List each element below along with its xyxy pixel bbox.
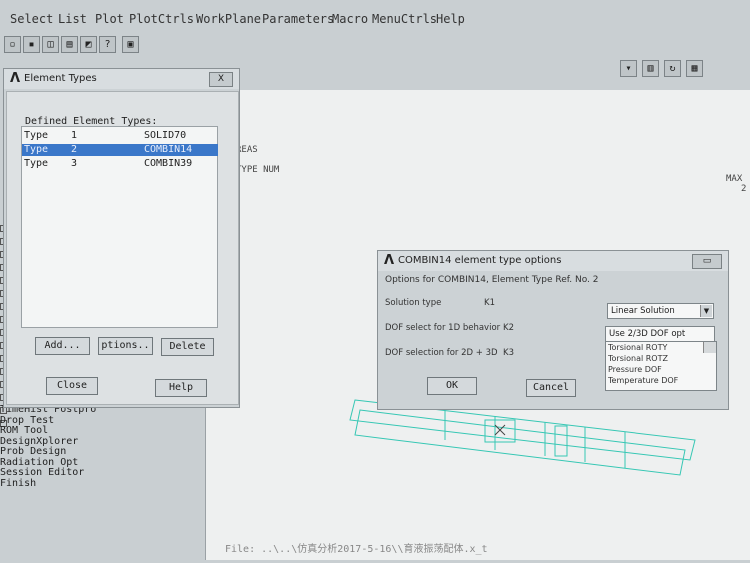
close-icon[interactable]: ▭ — [692, 254, 722, 269]
dropdown-option[interactable]: Pressure DOF — [606, 364, 716, 375]
list-item[interactable]: Type 1 SOLID70 — [22, 130, 218, 142]
toolbar: ▫ ▪ ◫ ▤ ◩ ? ▣ — [0, 36, 160, 56]
dof-2d3d-dropdown[interactable]: Torsional ROTY Torsional ROTZ Pressure D… — [605, 341, 717, 391]
k1-label: K1 — [484, 298, 495, 308]
menu-help[interactable]: Help — [436, 12, 465, 26]
cancel-button[interactable]: Cancel — [526, 379, 576, 397]
tree-item-prob-design[interactable]: Prob Design — [0, 446, 205, 458]
menu-parameters[interactable]: Parameters — [262, 12, 334, 26]
dof-1d-select[interactable]: Use 2/3D DOF opt — [605, 326, 715, 342]
dropdown-option[interactable]: Temperature DOF — [606, 375, 716, 386]
menu-plotctrls[interactable]: PlotCtrls — [129, 12, 194, 26]
menubar: Select List Plot PlotCtrls WorkPlane Par… — [0, 8, 750, 30]
solution-type-label: Solution type — [385, 298, 442, 308]
delete-button[interactable]: Delete — [161, 338, 214, 356]
help-button[interactable]: Help — [155, 379, 207, 397]
open-icon[interactable]: ◫ — [42, 36, 59, 53]
tree-item-rom-tool[interactable]: ROM Tool — [0, 425, 205, 437]
type-num-label: TYPE NUM — [236, 165, 280, 175]
ansys-logo-icon: Λ — [384, 253, 395, 268]
pan-zoom-icon[interactable]: ▥ — [642, 60, 659, 77]
menu-menuctrls[interactable]: MenuCtrls — [372, 12, 437, 26]
combin14-titlebar: Λ COMBIN14 element type options ▭ — [378, 251, 728, 271]
options-subtitle: Options for COMBIN14, Element Type Ref. … — [385, 275, 599, 285]
max-label: MAX — [726, 174, 743, 184]
main-menu-tree: TimeHist Postpro Drop Test ROM Tool Desi… — [0, 404, 205, 490]
options-button[interactable]: ptions.. — [98, 337, 153, 355]
file-path: File: ..\..\仿真分析2017-5-16\\育液振荡配体.x_t — [225, 544, 488, 555]
save-icon[interactable]: ▪ — [23, 36, 40, 53]
help-icon[interactable]: ? — [99, 36, 116, 53]
combin14-dialog-title: COMBIN14 element type options — [398, 255, 562, 266]
k3-label: K3 — [503, 348, 514, 358]
menu-workplane[interactable]: WorkPlane — [196, 12, 261, 26]
new-icon[interactable]: ▫ — [4, 36, 21, 53]
list-item[interactable]: Type 3 COMBIN39 — [22, 158, 218, 170]
max-value: 2 — [741, 184, 747, 194]
menu-macro[interactable]: Macro — [332, 12, 368, 26]
element-type-list[interactable]: Type 1 SOLID70 Type 2 COMBIN14 Type 3 CO… — [21, 126, 218, 328]
dialog-title: Element Types — [24, 73, 97, 84]
close-icon[interactable]: X — [209, 72, 233, 87]
report-icon[interactable]: ◩ — [80, 36, 97, 53]
menu-list[interactable]: List — [58, 12, 87, 26]
tree-item-session-editor[interactable]: Session Editor — [0, 467, 205, 479]
ansys-logo-icon: Λ — [10, 71, 21, 86]
list-item-selected[interactable]: Type 2 COMBIN14 — [22, 144, 218, 156]
print-icon[interactable]: ▤ — [61, 36, 78, 53]
contact-icon[interactable]: ▣ — [122, 36, 139, 53]
dropdown-option[interactable]: Torsional ROTY — [606, 342, 716, 353]
fit-icon[interactable]: ▦ — [686, 60, 703, 77]
chevron-down-icon[interactable]: ▼ — [700, 305, 712, 317]
k2-label: K2 — [503, 323, 514, 333]
solution-type-select[interactable]: Linear Solution ▼ — [607, 303, 714, 319]
menu-plot[interactable]: Plot — [95, 12, 124, 26]
close-button[interactable]: Close — [46, 377, 98, 395]
dropdown-option[interactable]: Torsional ROTZ — [606, 353, 716, 364]
dropdown-scrollbar[interactable] — [703, 342, 716, 353]
rotate-icon[interactable]: ↻ — [664, 60, 681, 77]
ok-button[interactable]: OK — [427, 377, 477, 395]
menu-select[interactable]: Select — [10, 12, 53, 26]
dof-1d-label: DOF select for 1D behavior — [385, 323, 501, 333]
add-button[interactable]: Add... — [35, 337, 90, 355]
graphics-toolbar: ▾ ▥ ↻ ▦ — [620, 60, 710, 82]
element-types-titlebar: Λ Element Types X — [4, 69, 239, 89]
dropdown-icon[interactable]: ▾ — [620, 60, 637, 77]
tree-item-finish[interactable]: Finish — [0, 478, 205, 490]
dof-2d3d-label: DOF selection for 2D + 3D — [385, 348, 498, 358]
